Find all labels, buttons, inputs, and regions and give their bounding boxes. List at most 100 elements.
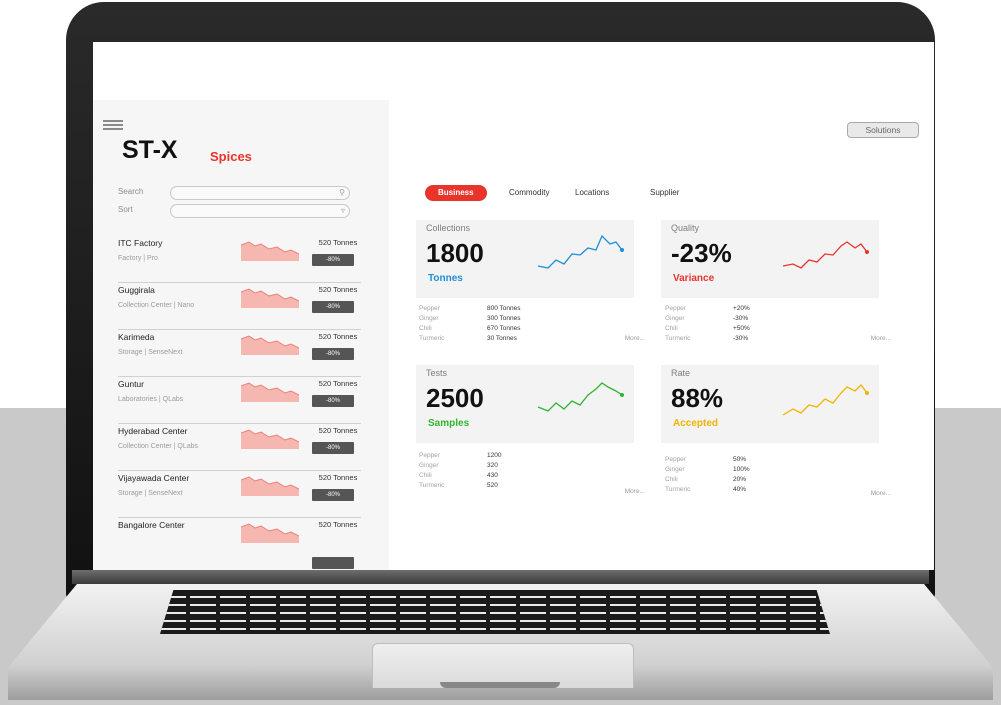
card-unit: Tonnes xyxy=(428,273,463,284)
location-sparkline xyxy=(241,241,299,261)
breakdown-row: Turmeric 40% xyxy=(665,486,747,493)
location-item[interactable]: Vijayawada Center Storage | SenseNext 52… xyxy=(118,470,361,518)
card-value: 1800 xyxy=(426,238,484,268)
collections-sparkline xyxy=(537,234,624,269)
chevron-down-icon: ▿ xyxy=(340,206,345,215)
breakdown-row: Turmeric 30 Tonnes xyxy=(419,335,517,342)
location-meta: Collection Center | QLabs xyxy=(118,443,199,450)
breakdown-row: Ginger 100% xyxy=(665,466,750,473)
tests-sparkline xyxy=(537,382,624,412)
location-tonnes: 520 Tonnes xyxy=(318,426,358,435)
search-icon: ⚲ xyxy=(339,188,345,197)
card-title: Quality xyxy=(671,223,700,233)
sort-label: Sort xyxy=(118,205,133,214)
breakdown-row: Chili 670 Tonnes xyxy=(419,325,521,332)
tab-supplier[interactable]: Supplier xyxy=(650,185,679,201)
location-name: Vijayawada Center xyxy=(118,473,190,483)
tab-business[interactable]: Business xyxy=(425,185,487,201)
location-badge: -80% xyxy=(312,301,354,313)
location-badge: -80% xyxy=(312,254,354,266)
location-tonnes: 520 Tonnes xyxy=(318,473,358,482)
card-unit: Accepted xyxy=(673,418,719,429)
location-item[interactable]: ITC Factory Factory | Pro 520 Tonnes -80… xyxy=(118,235,361,283)
more-link[interactable]: More... xyxy=(625,335,645,342)
tests-card[interactable]: Tests 2500 Samples xyxy=(416,365,634,443)
app-title: ST-X xyxy=(122,136,178,164)
more-link[interactable]: More... xyxy=(871,490,891,497)
search-input[interactable]: ⚲ xyxy=(170,186,350,200)
card-title: Tests xyxy=(426,368,448,378)
laptop-screen: ST-X Spices Search ⚲ Sort ▿ ITC Factory … xyxy=(93,42,934,570)
card-unit: Samples xyxy=(428,418,470,429)
laptop-notch xyxy=(440,682,560,688)
location-meta: Laboratories | QLabs xyxy=(118,396,184,403)
location-tonnes: 520 Tonnes xyxy=(318,379,358,388)
breakdown-row: Pepper 50% xyxy=(665,456,747,463)
hamburger-menu-icon[interactable] xyxy=(103,120,123,130)
breakdown-row: Chili 430 xyxy=(419,472,498,479)
location-name: Bangalore Center xyxy=(118,520,185,530)
location-badge: -80% xyxy=(312,442,354,454)
location-badge: -80% xyxy=(312,489,354,501)
location-item[interactable]: Bangalore Center 520 Tonnes xyxy=(118,517,361,569)
card-value: 88% xyxy=(671,383,724,413)
rate-sparkline xyxy=(782,384,869,416)
location-meta: Collection Center | Nano xyxy=(118,302,195,309)
rate-card[interactable]: Rate 88% Accepted xyxy=(661,365,879,443)
card-title: Rate xyxy=(671,368,691,378)
collections-breakdown: Pepper 800 Tonnes Ginger 300 Tonnes Chili 6… xyxy=(419,305,649,359)
solutions-button[interactable]: Solutions xyxy=(847,122,919,138)
quality-card[interactable]: Quality -23% Variance xyxy=(661,220,879,298)
location-sparkline xyxy=(241,429,299,449)
location-sparkline xyxy=(241,288,299,308)
location-name: Hyderabad Center xyxy=(118,426,188,436)
breakdown-row: Chili 20% xyxy=(665,476,747,483)
search-label: Search xyxy=(118,187,144,196)
collections-card[interactable]: Collections 1800 Tonnes xyxy=(416,220,634,298)
breakdown-row: Ginger 320 xyxy=(419,462,498,469)
location-item[interactable]: Karimeda Storage | SenseNext 520 Tonnes … xyxy=(118,329,361,377)
rate-breakdown: Pepper 50% Ginger 100% Chili 20% Turmeric 40… xyxy=(665,456,895,510)
laptop-hinge xyxy=(72,570,929,584)
breakdown-row: Ginger -30% xyxy=(665,315,749,322)
location-name: Guggirala xyxy=(118,285,155,295)
app-subtitle: Spices xyxy=(210,149,252,164)
breakdown-row: Turmeric -30% xyxy=(665,335,749,342)
quality-breakdown: Pepper +20% Ginger -30% Chili +50% Turmeric… xyxy=(665,305,895,359)
more-link[interactable]: More... xyxy=(871,335,891,342)
location-sparkline xyxy=(241,382,299,402)
laptop-keyboard xyxy=(160,590,830,634)
sidebar: ST-X Spices Search ⚲ Sort ▿ ITC Factory … xyxy=(93,100,389,570)
location-tonnes: 520 Tonnes xyxy=(318,520,358,529)
location-item[interactable]: Hyderabad Center Collection Center | QLa… xyxy=(118,423,361,471)
tab-locations[interactable]: Locations xyxy=(575,185,609,201)
breakdown-row: Ginger 300 Tonnes xyxy=(419,315,521,322)
location-tonnes: 520 Tonnes xyxy=(318,285,358,294)
location-sparkline xyxy=(241,476,299,496)
breakdown-row: Chili +50% xyxy=(665,325,750,332)
breakdown-row: Turmeric 520 xyxy=(419,482,498,489)
location-item[interactable]: Guntur Laboratories | QLabs 520 Tonnes -… xyxy=(118,376,361,424)
location-tonnes: 520 Tonnes xyxy=(318,238,358,247)
location-badge: -80% xyxy=(312,348,354,360)
location-name: Karimeda xyxy=(118,332,155,342)
sort-select[interactable]: ▿ xyxy=(170,204,350,218)
location-meta: Factory | Pro xyxy=(118,255,158,262)
card-value: -23% xyxy=(671,238,732,268)
tab-commodity[interactable]: Commodity xyxy=(509,185,549,201)
location-sparkline xyxy=(241,523,299,543)
more-link[interactable]: More... xyxy=(625,488,645,495)
location-sparkline xyxy=(241,335,299,355)
tests-breakdown: Pepper 1200 Ginger 320 Chili 430 Turmeric 52… xyxy=(419,452,649,506)
location-badge xyxy=(312,557,354,569)
location-item[interactable]: Guggirala Collection Center | Nano 520 T… xyxy=(118,282,361,330)
card-unit: Variance xyxy=(673,273,715,284)
location-meta: Storage | SenseNext xyxy=(118,490,183,497)
top-bar xyxy=(93,42,934,100)
location-badge: -80% xyxy=(312,395,354,407)
card-value: 2500 xyxy=(426,383,484,413)
card-title: Collections xyxy=(426,223,471,233)
breakdown-row: Pepper 1200 xyxy=(419,452,502,459)
location-tonnes: 520 Tonnes xyxy=(318,332,358,341)
location-name: ITC Factory xyxy=(118,238,163,248)
